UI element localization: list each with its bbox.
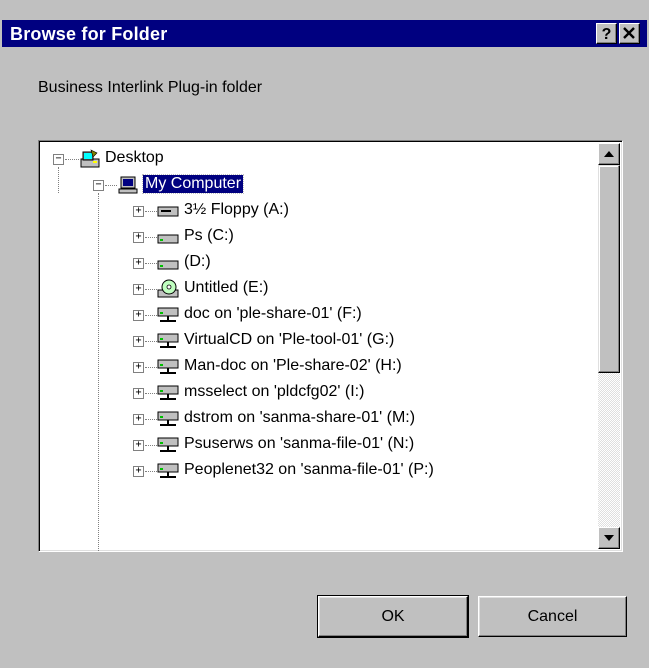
cd-drive-icon [157, 279, 179, 298]
collapse-toggle[interactable]: − [53, 154, 64, 165]
tree-item-label: Psuserws on 'sanma-file-01' (N:) [184, 435, 415, 452]
expand-toggle[interactable]: + [133, 206, 144, 217]
tree-item-drive[interactable]: + Psuserws on 'sanma-file-01' (N:) [39, 432, 594, 458]
network-drive-icon [157, 333, 179, 348]
tree-item-drive[interactable]: + (D:) [39, 250, 594, 276]
tree-guide-line [145, 445, 157, 446]
folder-tree-view[interactable]: − Desktop − My Computer + 3½ Floppy (A:)… [38, 140, 623, 552]
tree-item-drive[interactable]: + Peoplenet32 on 'sanma-file-01' (P:) [39, 458, 594, 484]
tree-guide-line [145, 237, 157, 238]
expand-toggle[interactable]: + [133, 258, 144, 269]
tree-item-drive[interactable]: + Man-doc on 'Ple-share-02' (H:) [39, 354, 594, 380]
tree-item-label: Desktop [105, 149, 164, 166]
tree-item-label: My Computer [141, 174, 245, 194]
tree-item-drive[interactable]: + 3½ Floppy (A:) [39, 198, 594, 224]
tree-item-label: 3½ Floppy (A:) [184, 201, 289, 218]
scroll-thumb[interactable] [598, 165, 620, 373]
tree-guide-line [145, 211, 157, 212]
tree-guide-line [145, 393, 157, 394]
tree-item-drive[interactable]: + dstrom on 'sanma-share-01' (M:) [39, 406, 594, 432]
network-drive-icon [157, 463, 179, 478]
expand-toggle[interactable]: + [133, 310, 144, 321]
tree-item-label: doc on 'ple-share-01' (F:) [184, 305, 362, 322]
expand-toggle[interactable]: + [133, 388, 144, 399]
dialog-description: Business Interlink Plug-in folder [38, 79, 263, 96]
expand-toggle[interactable]: + [133, 284, 144, 295]
network-drive-icon [157, 307, 179, 322]
tree-guide-line [105, 185, 117, 186]
hard-drive-icon [157, 234, 179, 244]
expand-toggle[interactable]: + [133, 440, 144, 451]
tree-item-drive[interactable]: + Ps (C:) [39, 224, 594, 250]
network-drive-icon [157, 359, 179, 374]
computer-icon [118, 176, 138, 194]
close-icon [623, 27, 635, 39]
tree-item-my-computer[interactable]: − My Computer [39, 172, 594, 198]
network-drive-icon [157, 385, 179, 400]
scroll-up-button[interactable] [598, 143, 620, 165]
collapse-toggle[interactable]: − [93, 180, 104, 191]
title-bar[interactable]: Browse for Folder ? [2, 20, 647, 47]
tree-item-label: Untitled (E:) [184, 279, 269, 296]
help-button[interactable]: ? [596, 23, 617, 44]
network-drive-icon [157, 437, 179, 452]
tree-guide-line [145, 289, 157, 290]
tree-guide-line [145, 341, 157, 342]
tree-guide-line [145, 471, 157, 472]
desktop-icon [80, 149, 100, 168]
close-button[interactable] [619, 23, 640, 44]
ok-button[interactable]: OK [317, 595, 469, 638]
scroll-down-button[interactable] [598, 527, 620, 549]
tree-guide-line [65, 159, 79, 160]
tree-item-label: dstrom on 'sanma-share-01' (M:) [184, 409, 416, 426]
tree-guide-line [145, 315, 157, 316]
tree-item-drive[interactable]: + VirtualCD on 'Ple-tool-01' (G:) [39, 328, 594, 354]
expand-toggle[interactable]: + [133, 414, 144, 425]
hard-drive-icon [157, 260, 179, 270]
floppy-drive-icon [157, 206, 179, 217]
tree-item-label: Ps (C:) [184, 227, 234, 244]
browse-for-folder-dialog: Browse for Folder ? Business Interlink P… [0, 0, 649, 668]
window-title: Browse for Folder [10, 24, 168, 44]
tree-item-label: Man-doc on 'Ple-share-02' (H:) [184, 357, 402, 374]
expand-toggle[interactable]: + [133, 362, 144, 373]
vertical-scrollbar[interactable] [598, 143, 620, 549]
expand-toggle[interactable]: + [133, 336, 144, 347]
tree-guide-line [145, 263, 157, 264]
tree-item-drive[interactable]: + Untitled (E:) [39, 276, 594, 302]
tree-guide-line [145, 419, 157, 420]
tree-item-label: Peoplenet32 on 'sanma-file-01' (P:) [184, 461, 434, 478]
network-drive-icon [157, 411, 179, 426]
tree-item-drive[interactable]: + doc on 'ple-share-01' (F:) [39, 302, 594, 328]
tree-item-desktop[interactable]: − Desktop [39, 146, 594, 172]
tree-item-drive[interactable]: + msselect on 'pldcfg02' (I:) [39, 380, 594, 406]
expand-toggle[interactable]: + [133, 466, 144, 477]
tree-item-label: (D:) [184, 253, 211, 270]
tree-item-label: VirtualCD on 'Ple-tool-01' (G:) [184, 331, 395, 348]
arrow-up-icon [604, 151, 614, 157]
arrow-down-icon [604, 535, 614, 541]
tree-item-label: msselect on 'pldcfg02' (I:) [184, 383, 365, 400]
expand-toggle[interactable]: + [133, 232, 144, 243]
tree-guide-line [145, 367, 157, 368]
cancel-button[interactable]: Cancel [478, 596, 627, 637]
